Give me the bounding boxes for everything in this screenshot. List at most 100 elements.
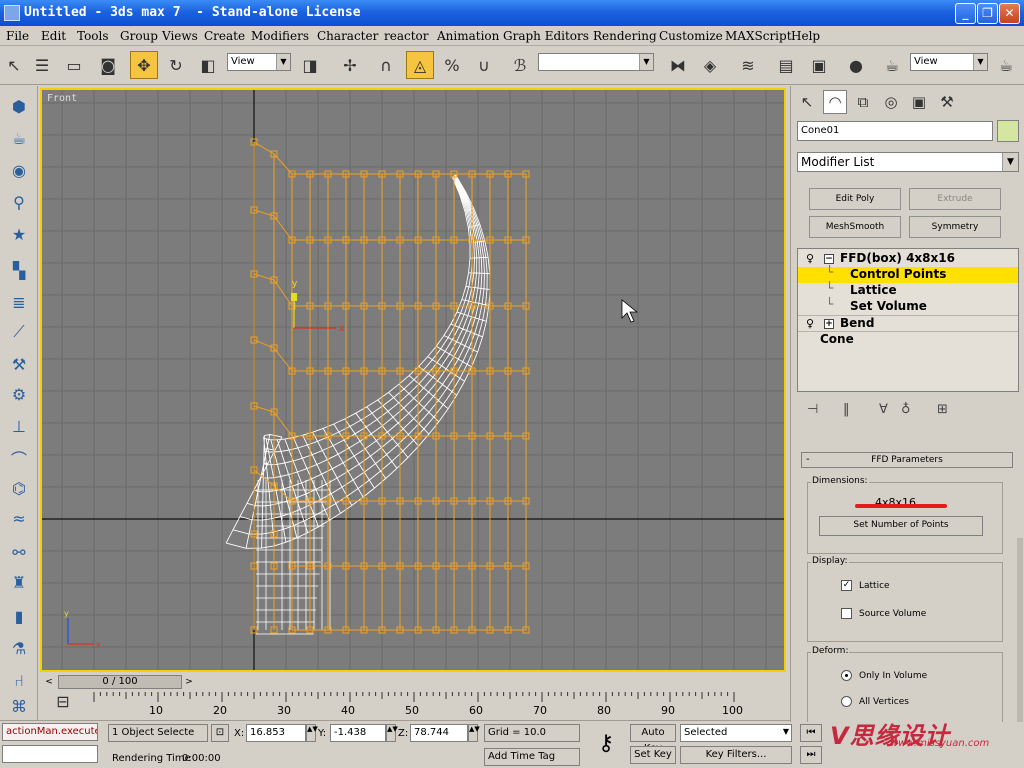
menu-tools[interactable]: Tools <box>77 29 109 43</box>
hierarchy-tab-icon[interactable]: ⧉ <box>851 90 875 114</box>
lock-selection-icon[interactable]: ⊡ <box>211 724 229 742</box>
motion-tab-icon[interactable]: ◎ <box>879 90 903 114</box>
snap-3d-icon[interactable]: ∩ <box>372 51 400 79</box>
link-icon[interactable]: ⚯ <box>7 540 31 564</box>
bone-icon[interactable]: ⟋ <box>7 320 31 344</box>
hose-icon[interactable]: ⚗ <box>7 636 31 660</box>
set-key-icon[interactable]: ⚷ <box>590 731 622 757</box>
select-by-name-icon[interactable]: ☰ <box>28 51 56 79</box>
menu-create[interactable]: Create <box>204 29 245 43</box>
track-bar-ruler[interactable]: 10 20 30 40 50 60 70 80 90 100 <box>92 692 786 718</box>
spacewarp-icon[interactable]: ⊥ <box>7 414 31 438</box>
particle-icon[interactable]: ⌒ <box>7 446 31 470</box>
source-volume-checkbox[interactable] <box>841 608 852 619</box>
angle-snap-icon[interactable]: ◬ <box>406 51 434 79</box>
chair-icon[interactable]: ⑁ <box>7 668 31 692</box>
select-manipulate-icon[interactable]: ✢ <box>336 51 364 79</box>
teapot-icon[interactable]: ☕ <box>7 126 31 150</box>
modifier-stack[interactable]: ♀ − FFD(box) 4x8x16 └ Control Points └ L… <box>797 248 1019 392</box>
utilities-tab-icon[interactable]: ⚒ <box>935 90 959 114</box>
menu-modifiers[interactable]: Modifiers <box>251 29 309 43</box>
menu-maxscript[interactable]: MAXScript <box>725 29 792 43</box>
show-end-result-icon[interactable]: ‖ <box>843 402 850 417</box>
layer-manager-icon[interactable]: ≋ <box>734 51 762 79</box>
rect-selection-icon[interactable]: ▭ <box>60 51 88 79</box>
gear-icon[interactable]: ⚙ <box>7 382 31 406</box>
chevron-right-icon[interactable]: > <box>182 675 196 689</box>
align-icon[interactable]: ◈ <box>696 51 724 79</box>
minimize-button[interactable]: _ <box>955 3 976 24</box>
render-scene-icon[interactable]: ☕ <box>878 51 906 79</box>
move-icon[interactable]: ✥ <box>130 51 158 79</box>
lightbulb-icon[interactable]: ♀ <box>806 317 814 330</box>
stack-item-bend[interactable]: ♀ + Bend <box>798 315 1018 331</box>
close-button[interactable]: ✕ <box>999 3 1020 24</box>
cloth-icon[interactable]: ⌬ <box>7 476 31 500</box>
stack-item-cone[interactable]: Cone <box>798 331 1018 347</box>
menu-character[interactable]: Character <box>317 29 378 43</box>
only-in-volume-radio[interactable] <box>841 670 852 681</box>
menu-group[interactable]: Group <box>120 29 158 43</box>
stack-icon[interactable]: ≣ <box>7 290 31 314</box>
quick-render-icon[interactable]: ☕ <box>992 51 1020 79</box>
modifier-list-select[interactable]: Modifier List ▼ <box>797 152 1019 172</box>
go-to-start-icon[interactable]: ⏮ <box>800 724 822 742</box>
rotate-icon[interactable]: ↻ <box>162 51 190 79</box>
chevron-left-icon[interactable]: < <box>42 675 56 689</box>
biped-icon[interactable]: ♜ <box>7 570 31 594</box>
modify-tab-icon[interactable]: ◠ <box>823 90 847 114</box>
reference-coordinate-select[interactable]: View ▼ <box>227 53 291 71</box>
viewport-canvas[interactable]: y x y x <box>42 90 784 670</box>
collapse-icon[interactable]: − <box>824 254 834 264</box>
remove-modifier-icon[interactable]: ♁ <box>901 402 911 417</box>
select-arrow-icon[interactable]: ↖ <box>0 51 28 79</box>
front-viewport[interactable]: y x y x Front <box>40 88 786 672</box>
z-coordinate-field[interactable]: 78.744 <box>410 724 468 742</box>
viewport-label[interactable]: Front <box>47 93 77 104</box>
y-coordinate-field[interactable]: -1.438 <box>330 724 386 742</box>
object-color-swatch[interactable] <box>997 120 1019 142</box>
wrench-icon[interactable]: ⚒ <box>7 352 31 376</box>
pin-stack-icon[interactable]: ⊣ <box>807 402 818 417</box>
light-icon[interactable]: ⚲ <box>7 190 31 214</box>
lattice-checkbox[interactable]: ✓ <box>841 580 852 591</box>
material-editor-icon[interactable]: ● <box>842 51 870 79</box>
key-filters-button[interactable]: Key Filters... <box>680 746 792 764</box>
menu-graph-editors[interactable]: Graph Editors <box>503 29 589 43</box>
expand-icon[interactable]: + <box>824 319 834 329</box>
track-bar-toggle-icon[interactable]: ⊟ <box>48 692 78 716</box>
configure-sets-icon[interactable]: ⊞ <box>937 402 948 417</box>
rollout-header[interactable]: - FFD Parameters <box>801 452 1013 468</box>
auto-key-button[interactable]: Auto Key <box>630 724 676 754</box>
all-vertices-radio[interactable] <box>841 696 852 707</box>
edit-named-selection-icon[interactable]: ℬ <box>506 51 534 79</box>
spinner-snap-icon[interactable]: ∪ <box>470 51 498 79</box>
time-slider[interactable]: < 0 / 100 > <box>40 674 786 690</box>
window-crossing-icon[interactable]: ◙ <box>94 51 122 79</box>
mirror-icon[interactable]: ⧓ <box>664 51 692 79</box>
menu-views[interactable]: Views <box>162 29 198 43</box>
symmetry-button[interactable]: Symmetry <box>909 216 1001 238</box>
menu-rendering[interactable]: Rendering <box>593 29 657 43</box>
add-time-tag-button[interactable]: Add Time Tag <box>484 748 580 766</box>
stack-item-set-volume[interactable]: └ Set Volume <box>798 297 1018 315</box>
sphere-icon[interactable]: ◉ <box>7 158 31 182</box>
curve-editor-icon[interactable]: ▤ <box>772 51 800 79</box>
set-number-of-points-button[interactable]: Set Number of Points <box>819 516 983 536</box>
object-cubes-icon[interactable]: ⬢ <box>7 94 31 118</box>
edit-poly-button[interactable]: Edit Poly <box>809 188 901 210</box>
percent-snap-icon[interactable]: % <box>438 51 466 79</box>
x-spinner[interactable]: ▲▼ <box>306 724 318 742</box>
camera-icon[interactable]: ⌘ <box>7 694 31 718</box>
maxscript-input[interactable] <box>2 745 98 763</box>
menu-reactor[interactable]: reactor <box>384 29 429 43</box>
extrude-button[interactable]: Extrude <box>909 188 1001 210</box>
scale-icon[interactable]: ◧ <box>194 51 222 79</box>
checker-icon[interactable]: ▚ <box>7 258 31 282</box>
wave-icon[interactable]: ≈ <box>7 506 31 530</box>
maxscript-listener[interactable]: actionMan.execute <box>2 723 98 741</box>
object-name-field[interactable]: Cone01 <box>797 121 993 141</box>
box-icon[interactable]: ▮ <box>7 604 31 628</box>
menu-customize[interactable]: Customize <box>659 29 723 43</box>
menu-help[interactable]: Help <box>791 29 820 43</box>
